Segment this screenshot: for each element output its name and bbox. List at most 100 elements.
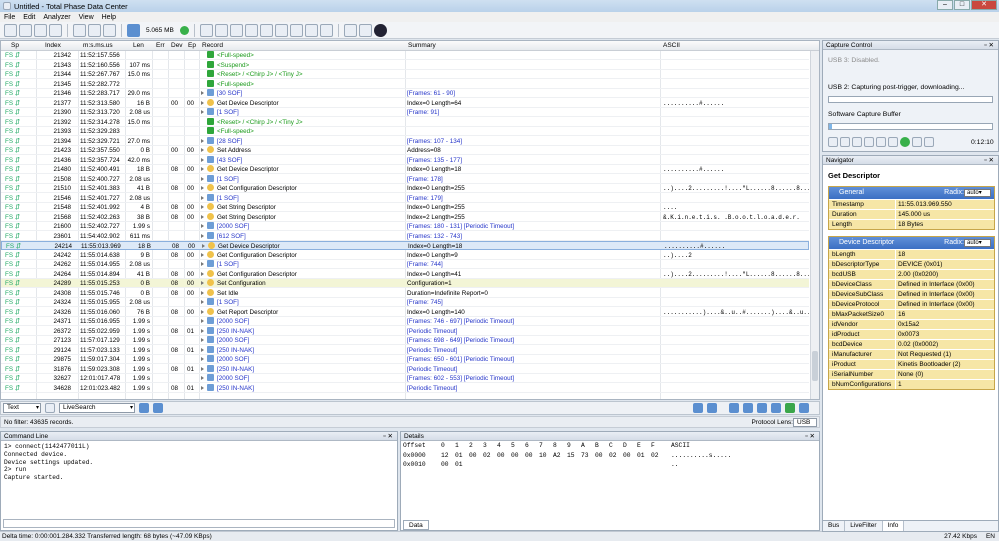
table-row[interactable]: FS ⇵ 24214 11:55:013.969 18 B 08 00 Get Device…	[1, 241, 809, 251]
menu-help[interactable]: Help	[102, 14, 116, 21]
table-row[interactable]: FS ⇵ 24242 11:55:014.638 9 B 08 00 Get Configu…	[1, 250, 809, 260]
hex-byte[interactable]: A2	[553, 452, 561, 459]
table-row[interactable]: FS ⇵ 24324 11:55:015.955 2.08 us [1 SOF] [Fra…	[1, 298, 809, 308]
table-row[interactable]: FS ⇵ 24308 11:55:015.746 0 B 08 00 Set Idle Dur…	[1, 288, 809, 298]
table-row[interactable]: FS ⇵ 26372 11:55:022.959 1.99 s 08 01 [250 IN-…	[1, 326, 809, 336]
paste-icon[interactable]	[358, 23, 372, 37]
search-prev-button[interactable]	[139, 403, 149, 413]
property-row[interactable]: bMaxPacketSize0 16	[829, 309, 994, 319]
expand-icon[interactable]	[202, 244, 205, 248]
play-icon[interactable]	[828, 137, 838, 147]
search-next-button[interactable]	[153, 403, 163, 413]
expand-icon[interactable]	[201, 224, 204, 228]
view-icon-6[interactable]	[289, 23, 303, 37]
table-row[interactable]: FS ⇵ 21344 11:52:267.767 15.0 ms <Reset> / <…	[1, 70, 809, 80]
property-row[interactable]: bLength 18	[829, 249, 994, 259]
filter-mode-select[interactable]: Text ▾	[3, 403, 41, 413]
expand-icon[interactable]	[201, 338, 204, 342]
nav-first-button[interactable]	[729, 403, 739, 413]
hex-byte[interactable]: 10	[539, 452, 547, 459]
expand-icon[interactable]	[201, 91, 204, 95]
maximize-button[interactable]: □	[954, 0, 970, 10]
menu-edit[interactable]: Edit	[23, 14, 35, 21]
table-row[interactable]: FS ⇵ 21342 11:52:157.556 <Full-speed>	[1, 51, 809, 61]
hex-byte[interactable]: 00	[623, 452, 631, 459]
close-button[interactable]: ✕	[971, 0, 997, 10]
col-time[interactable]: m:s.ms.us	[83, 42, 113, 49]
hex-byte[interactable]: 12	[441, 452, 449, 459]
hex-byte[interactable]: 00	[441, 461, 449, 468]
expand-icon[interactable]	[201, 195, 204, 200]
nav-last-button[interactable]	[771, 403, 781, 413]
table-row[interactable]: FS ⇵ 21390 11:52:313.720 2.08 us [1 SOF] [Fra…	[1, 108, 809, 118]
open-icon[interactable]	[34, 23, 47, 37]
property-row[interactable]: iManufacturer Not Requested (1)	[829, 349, 994, 359]
expand-icon[interactable]	[201, 157, 204, 162]
hex-byte[interactable]: 15	[567, 452, 575, 459]
download-icon[interactable]	[888, 137, 898, 147]
hex-byte[interactable]: 01	[455, 461, 463, 468]
add-filter-button[interactable]	[693, 403, 703, 413]
table-row[interactable]: FS ⇵ 29875 11:59:017.304 1.99 s [2000 SOF] [F…	[1, 355, 809, 365]
tab-livefilter[interactable]: LiveFilter	[845, 521, 883, 531]
hex-byte[interactable]: 00	[595, 452, 603, 459]
expand-icon[interactable]	[201, 357, 204, 361]
filter-options-button[interactable]	[799, 403, 809, 413]
tab-data[interactable]: Data	[403, 520, 429, 530]
expand-icon[interactable]	[201, 300, 204, 304]
expand-icon[interactable]	[201, 186, 204, 190]
col-ep[interactable]: Ep	[188, 42, 196, 49]
table-row[interactable]: FS ⇵ 27123 11:57:017.129 1.99 s [2000 SOF] [F…	[1, 336, 809, 346]
col-dev[interactable]: Dev	[171, 42, 183, 49]
table-row[interactable]: FS ⇵ 21548 11:52:401.992 4 B 08 00 Get String …	[1, 203, 809, 213]
expand-icon[interactable]	[201, 281, 204, 285]
table-row[interactable]: FS ⇵ 21423 11:52:357.550 0 B 00 00 Set Address…	[1, 146, 809, 156]
hex-byte[interactable]: 00	[469, 452, 477, 459]
hex-byte[interactable]: 02	[609, 452, 617, 459]
property-row[interactable]: iSerialNumber None (0)	[829, 369, 994, 379]
bomb-icon[interactable]	[373, 23, 387, 37]
scrollbar-thumb[interactable]	[812, 351, 818, 381]
property-row[interactable]: bDeviceSubClass Defined in Interface (0x0…	[829, 289, 994, 299]
tab-bus[interactable]: Bus	[823, 521, 846, 531]
table-row[interactable]: FS ⇵ 24289 11:55:015.253 0 B 08 00 Set Configu…	[1, 279, 809, 289]
remove-filter-button[interactable]	[707, 403, 717, 413]
refresh-icon[interactable]	[103, 23, 116, 37]
livesearch-input[interactable]: LiveSearch ▾	[59, 403, 135, 413]
table-row[interactable]: FS ⇵ 21345 11:52:282.772 <Full-speed>	[1, 79, 809, 89]
property-row[interactable]: bNumConfigurations 1	[829, 379, 994, 389]
pause-icon[interactable]	[852, 137, 862, 147]
view-icon-5[interactable]	[274, 23, 288, 37]
property-row[interactable]: bDeviceProtocol Defined in Interface (0x0…	[829, 299, 994, 309]
expand-icon[interactable]	[201, 290, 204, 295]
expand-icon[interactable]	[201, 366, 204, 371]
property-row[interactable]: Duration 145.000 us	[829, 209, 994, 219]
hex-byte[interactable]: 00	[511, 452, 519, 459]
view-icon-4[interactable]	[244, 23, 258, 37]
config-icon[interactable]	[88, 23, 101, 37]
table-row[interactable]: FS ⇵ 21346 11:52:283.717 29.0 ms [30 SOF] [Fr…	[1, 89, 809, 99]
hex-byte[interactable]: 00	[497, 452, 505, 459]
expand-icon[interactable]	[201, 309, 204, 314]
protocol-lens-select[interactable]: USB	[793, 418, 817, 427]
col-index[interactable]: Index	[45, 42, 61, 49]
delete-icon[interactable]	[19, 23, 32, 37]
view-icon-1[interactable]	[199, 23, 213, 37]
options-icon[interactable]	[924, 137, 934, 147]
table-row[interactable]: FS ⇵ 21377 11:52:313.580 16 B 00 00 Get Device…	[1, 98, 809, 108]
general-group-header[interactable]: General Radix: auto▾	[829, 187, 994, 199]
property-row[interactable]: iProduct Kinetis Bootloader (2)	[829, 359, 994, 369]
general-radix-select[interactable]: auto▾	[964, 189, 991, 197]
expand-icon[interactable]	[201, 138, 204, 143]
menu-view[interactable]: View	[79, 14, 94, 21]
table-row[interactable]: FS ⇵ 34628 12:01:023.482 1.99 s 08 01 [250 IN-…	[1, 383, 809, 393]
config-icon[interactable]	[912, 137, 922, 147]
table-scrollbar[interactable]	[810, 51, 819, 399]
table-row[interactable]: FS ⇵ 24326 11:55:016.060 76 B 08 00 Get Report…	[1, 307, 809, 317]
col-len[interactable]: Len	[133, 42, 144, 49]
property-row[interactable]: idVendor 0x15a2	[829, 319, 994, 329]
property-row[interactable]: bDeviceClass Defined in Interface (0x00)	[829, 279, 994, 289]
table-row[interactable]: FS ⇵ 21510 11:52:401.383 41 B 08 00 Get Config…	[1, 184, 809, 194]
property-row[interactable]: bcdDevice 0.02 (0x0002)	[829, 339, 994, 349]
expand-icon[interactable]	[201, 148, 204, 152]
